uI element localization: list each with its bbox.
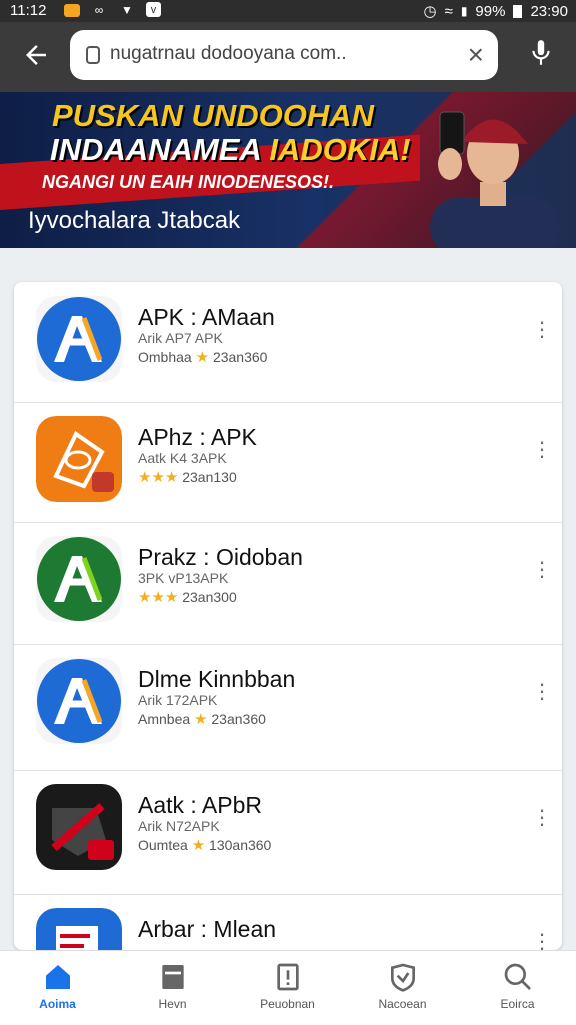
app-downloads: 23an360 xyxy=(212,349,268,365)
more-options-icon[interactable]: · · · xyxy=(538,551,546,587)
more-options-icon[interactable]: · · · xyxy=(538,673,546,709)
nav-label: Aoima xyxy=(39,997,76,1011)
nav-label: Nacoean xyxy=(378,997,427,1011)
more-options-icon[interactable]: · · · xyxy=(538,799,546,835)
lock-icon xyxy=(86,46,100,64)
nav-item-2[interactable]: Hevn xyxy=(115,951,230,1025)
notification-icons: ∞ ▼ v xyxy=(64,2,161,18)
signal-icon: ▮ xyxy=(460,4,468,18)
banner-headline-2b: IADOKIA! xyxy=(269,132,411,167)
nav-label: Peuobnan xyxy=(260,997,315,1011)
app-meta: Oumtea ★ 130an360 xyxy=(138,836,271,854)
nav-label: Eoirca xyxy=(500,997,535,1011)
status-time: 11:12 xyxy=(10,2,47,19)
app-list-item[interactable]: Dlme Kinnbban Arik 172APK Amnbea ★ 23an3… xyxy=(14,644,562,771)
star-rating-icon: ★ xyxy=(195,349,210,366)
app-meta: ★★★ 23an300 xyxy=(138,588,237,606)
nav-item-4[interactable]: Nacoean xyxy=(345,951,460,1025)
app-list-item[interactable]: Arbar : Mlean · · · xyxy=(14,894,562,950)
browser-toolbar: nugatrnau dodooyana com.. × xyxy=(0,22,576,92)
nav-label: Hevn xyxy=(158,997,187,1011)
star-rating-icon: ★ xyxy=(191,837,206,854)
banner-caption: Iyvochalara Jtabcak xyxy=(28,207,241,234)
close-icon[interactable]: × xyxy=(468,39,484,71)
app-developer: Arik AP7 APK xyxy=(138,330,223,346)
battery-icon xyxy=(513,4,523,18)
mic-button[interactable] xyxy=(526,38,556,74)
app-list-item[interactable]: APK : AMaan Arik AP7 APK Ombhaa ★ 23an36… xyxy=(14,282,562,403)
nav-item-1[interactable]: Aoima xyxy=(0,951,115,1025)
app-developer: Aatk K4 3APK xyxy=(138,450,227,466)
app-rating-text: Oumtea xyxy=(138,837,188,853)
home-icon xyxy=(46,965,70,989)
app-list: APK : AMaan Arik AP7 APK Ombhaa ★ 23an36… xyxy=(14,282,562,950)
app-icon[interactable] xyxy=(36,296,122,382)
status-bar: 11:12 ∞ ▼ v ◷ ≈ ▮ 99% 23:90 xyxy=(0,0,576,22)
status-clock-right: 23:90 xyxy=(530,2,568,20)
mail-icon xyxy=(64,4,80,17)
app-list-item[interactable]: Aatk : APbR Arik N72APK Oumtea ★ 130an36… xyxy=(14,770,562,895)
app-downloads: 23an360 xyxy=(211,711,266,727)
alarm-icon: ◷ xyxy=(423,3,437,20)
mic-icon xyxy=(532,40,550,65)
app-downloads: 130an360 xyxy=(209,837,272,853)
alert-icon xyxy=(277,963,299,991)
app-icon[interactable] xyxy=(36,908,122,950)
app-name[interactable]: Arbar : Mlean xyxy=(138,916,276,943)
app-icon[interactable] xyxy=(36,416,122,502)
app-meta: ★★★ 23an130 xyxy=(138,468,237,486)
bottom-navigation: Aoima Hevn Peuobnan Nacoean Eoirca xyxy=(0,950,576,1025)
star-rating-icon: ★★★ xyxy=(138,589,179,606)
v-badge-icon: v xyxy=(146,2,161,17)
banner-headline: PUSKAN UNDOOHAN xyxy=(52,98,375,133)
app-meta: Ombhaa ★ 23an360 xyxy=(138,348,267,366)
app-name[interactable]: Aatk : APbR xyxy=(138,792,262,819)
star-rating-icon: ★ xyxy=(194,711,208,728)
more-options-icon[interactable]: · · · xyxy=(538,431,546,467)
url-text[interactable]: nugatrnau dodooyana com.. xyxy=(110,43,347,65)
app-name[interactable]: APhz : APK xyxy=(138,424,257,451)
app-downloads: 23an300 xyxy=(182,589,237,605)
app-rating-text: Amnbea xyxy=(138,711,191,727)
promo-banner[interactable]: PUSKAN UNDOOHAN INDAANAMEA IADOKIA! NGAN… xyxy=(0,92,576,248)
nav-item-3[interactable]: Peuobnan xyxy=(230,951,345,1025)
app-name[interactable]: APK : AMaan xyxy=(138,304,275,331)
card-icon xyxy=(162,965,184,989)
banner-headline-2: INDAANAMEA IADOKIA! xyxy=(50,132,411,168)
nav-item-5[interactable]: Eoirca xyxy=(460,951,575,1025)
app-list-item[interactable]: Prakz : Oidoban 3PK vP13APK ★★★ 23an300 … xyxy=(14,522,562,645)
arrow-left-icon xyxy=(26,45,46,65)
more-options-icon[interactable]: · · · xyxy=(538,923,546,951)
star-rating-icon: ★★★ xyxy=(138,469,179,486)
person-with-phone-image xyxy=(430,111,560,248)
infinity-icon: ∞ xyxy=(94,3,104,17)
banner-headline-2a: INDAANAMEA xyxy=(50,132,261,167)
wifi-icon: ≈ xyxy=(444,2,453,20)
more-options-icon[interactable]: · · · xyxy=(538,311,546,347)
address-bar[interactable]: nugatrnau dodooyana com.. × xyxy=(70,30,498,80)
app-developer: Arik 172APK xyxy=(138,692,218,708)
app-list-item[interactable]: APhz : APK Aatk K4 3APK ★★★ 23an130 · · · xyxy=(14,402,562,523)
shield-icon xyxy=(391,963,415,992)
status-right: ◷ ≈ ▮ 99% 23:90 xyxy=(423,2,568,21)
app-icon[interactable] xyxy=(36,536,122,622)
app-developer: 3PK vP13APK xyxy=(138,570,229,586)
app-name[interactable]: Prakz : Oidoban xyxy=(138,544,303,571)
app-icon[interactable] xyxy=(36,658,122,744)
app-meta: Amnbea ★ 23an360 xyxy=(138,710,266,728)
back-button[interactable] xyxy=(18,40,54,76)
app-downloads: 23an130 xyxy=(182,469,237,485)
shield-check-icon: ▼ xyxy=(121,3,133,17)
battery-percent: 99% xyxy=(475,2,506,20)
app-icon[interactable] xyxy=(36,784,122,870)
app-developer: Arik N72APK xyxy=(138,818,220,834)
app-rating-text: Ombhaa xyxy=(138,349,192,365)
banner-subheadline: NGANGI UN EAIH INIODENESOS!. xyxy=(42,172,335,192)
app-name[interactable]: Dlme Kinnbban xyxy=(138,666,295,693)
search-icon xyxy=(504,963,531,990)
